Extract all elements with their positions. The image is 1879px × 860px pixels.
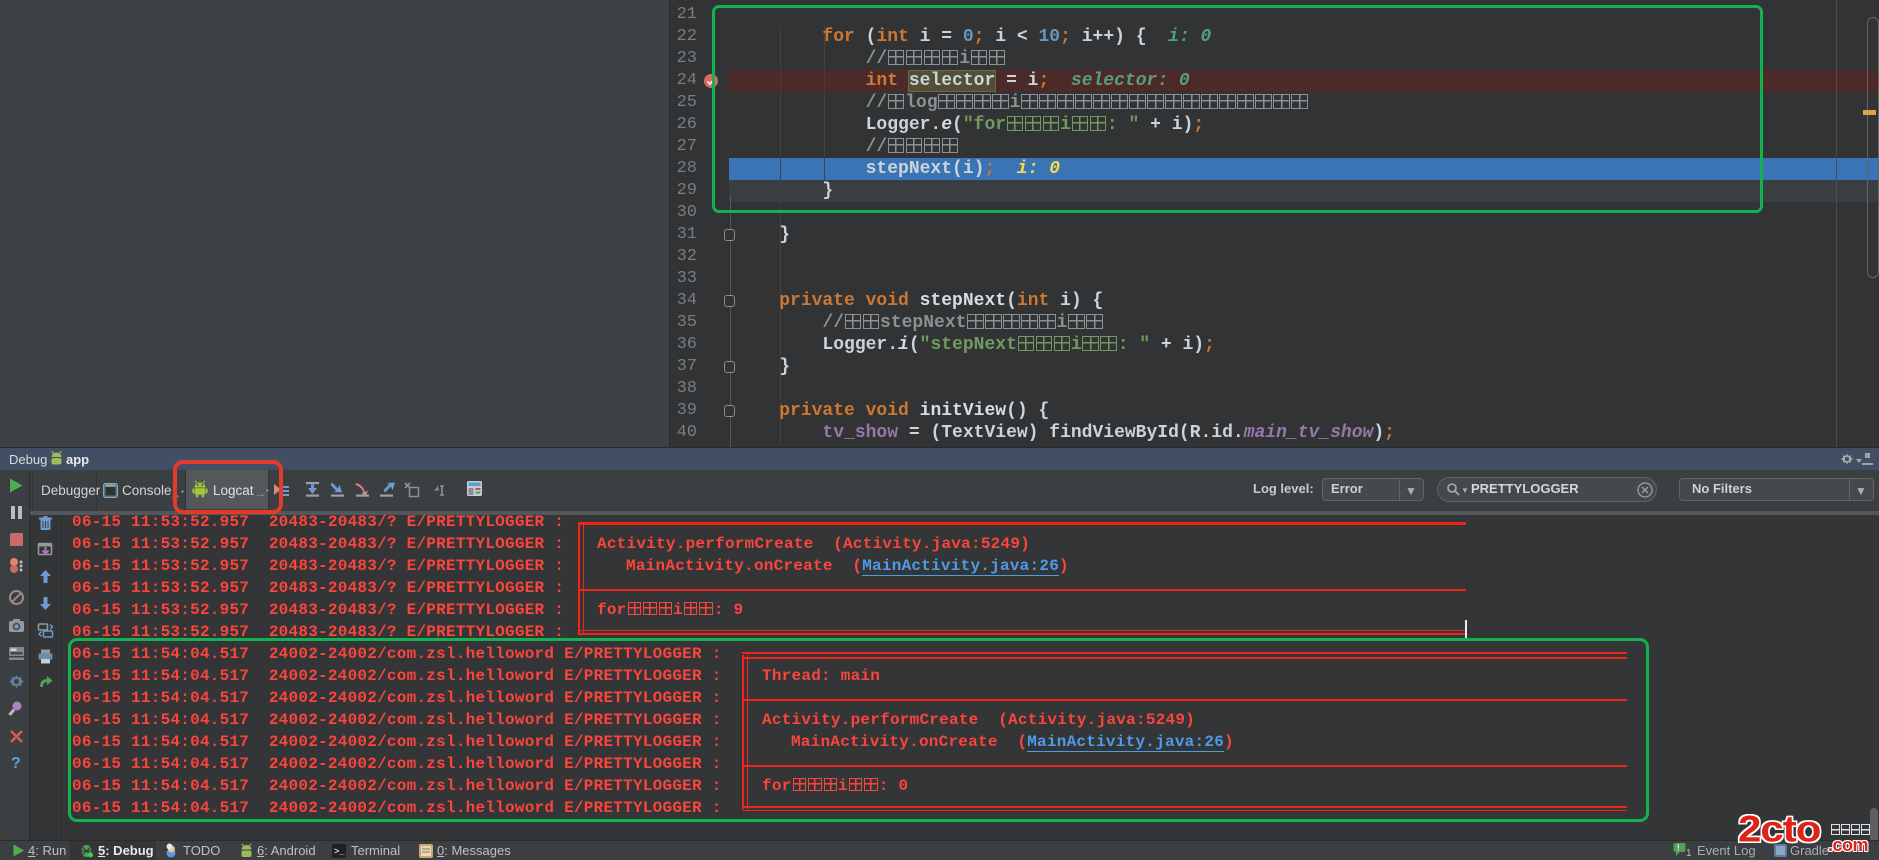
svg-text:!: ! [1677,844,1680,853]
svg-text:?: ? [11,755,21,770]
svg-text:>_: >_ [334,847,345,857]
